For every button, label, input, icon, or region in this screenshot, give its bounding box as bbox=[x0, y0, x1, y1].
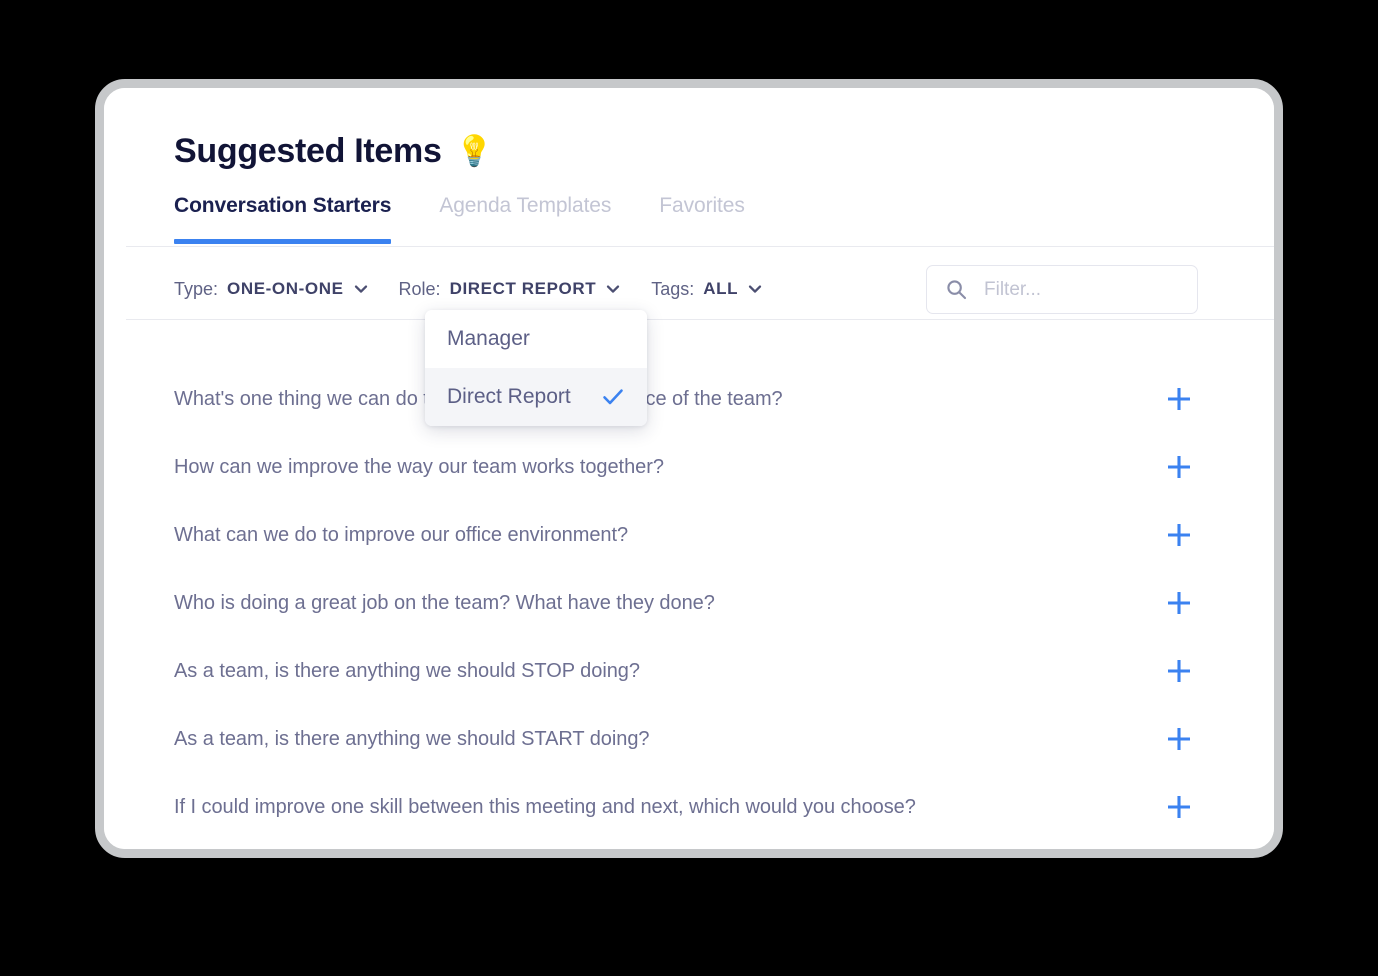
filter-role[interactable]: Role: DIRECT REPORT bbox=[399, 279, 622, 300]
filter-type[interactable]: Type: ONE-ON-ONE bbox=[174, 279, 369, 300]
chevron-down-icon bbox=[747, 281, 763, 297]
chevron-down-icon bbox=[353, 281, 369, 297]
page-title-text: Suggested Items bbox=[174, 132, 442, 170]
search-input[interactable] bbox=[984, 278, 1174, 301]
tabs-divider bbox=[126, 246, 1274, 247]
list-item[interactable]: As a team, is there anything we should S… bbox=[104, 705, 1274, 773]
screen: Suggested Items 💡 Conversation Starters … bbox=[0, 0, 1378, 976]
list-item-text: As a team, is there anything we should S… bbox=[174, 727, 650, 750]
list-item[interactable]: What's one thing we can do to improve th… bbox=[104, 365, 1274, 433]
list-item[interactable]: How can we improve the way our team work… bbox=[104, 433, 1274, 501]
search-icon bbox=[946, 279, 967, 300]
role-option-manager[interactable]: Manager bbox=[425, 310, 647, 368]
tab-conversation-starters[interactable]: Conversation Starters bbox=[174, 194, 392, 244]
lightbulb-icon: 💡 bbox=[455, 134, 493, 168]
card-inner: Suggested Items 💡 Conversation Starters … bbox=[104, 88, 1274, 849]
tab-label: Favorites bbox=[659, 194, 745, 217]
list-item-text: What can we do to improve our office env… bbox=[174, 523, 629, 546]
add-item-button[interactable] bbox=[1162, 450, 1196, 484]
suggested-items-list: What's one thing we can do to improve th… bbox=[104, 320, 1274, 849]
tab-label: Agenda Templates bbox=[439, 194, 612, 217]
role-dropdown-menu: Manager Direct Report bbox=[425, 310, 647, 426]
filter-tags-label: Tags: bbox=[651, 278, 695, 299]
list-item[interactable]: Who is doing a great job on the team? Wh… bbox=[104, 569, 1274, 637]
add-item-button[interactable] bbox=[1162, 586, 1196, 620]
role-option-direct-report[interactable]: Direct Report bbox=[425, 368, 647, 426]
add-item-button[interactable] bbox=[1162, 382, 1196, 416]
list-item[interactable]: If I could improve one skill between thi… bbox=[104, 773, 1274, 841]
suggested-items-card: Suggested Items 💡 Conversation Starters … bbox=[95, 79, 1283, 858]
add-item-button[interactable] bbox=[1162, 722, 1196, 756]
add-item-button[interactable] bbox=[1162, 790, 1196, 824]
tab-agenda-templates[interactable]: Agenda Templates bbox=[439, 194, 611, 244]
page-title: Suggested Items 💡 bbox=[174, 132, 493, 171]
filter-role-value: DIRECT REPORT bbox=[449, 279, 597, 298]
list-item-text: If I could improve one skill between thi… bbox=[174, 795, 916, 818]
tab-bar: Conversation Starters Agenda Templates F… bbox=[174, 194, 745, 244]
filter-tags-value: ALL bbox=[703, 279, 739, 298]
list-item-text: How can we improve the way our team work… bbox=[174, 455, 664, 478]
role-option-label: Direct Report bbox=[447, 385, 571, 408]
add-item-button[interactable] bbox=[1162, 518, 1196, 552]
tab-label: Conversation Starters bbox=[174, 194, 392, 217]
list-item-text: Who is doing a great job on the team? Wh… bbox=[174, 591, 715, 614]
tab-favorites[interactable]: Favorites bbox=[659, 194, 745, 244]
add-item-button[interactable] bbox=[1162, 654, 1196, 688]
filter-role-label: Role: bbox=[398, 278, 441, 299]
filter-type-label: Type: bbox=[174, 278, 219, 299]
list-item[interactable]: What can we do to improve our office env… bbox=[104, 501, 1274, 569]
chevron-down-icon bbox=[605, 281, 621, 297]
filter-bar: Type: ONE-ON-ONE Role: DIRECT REPORT Tag… bbox=[174, 266, 763, 312]
check-icon bbox=[601, 385, 625, 409]
list-item[interactable]: As a team, is there anything we should S… bbox=[104, 637, 1274, 705]
filter-tags[interactable]: Tags: ALL bbox=[651, 279, 763, 300]
list-item-text: As a team, is there anything we should S… bbox=[174, 659, 640, 682]
role-option-label: Manager bbox=[447, 327, 530, 350]
filter-type-value: ONE-ON-ONE bbox=[227, 279, 344, 298]
filter-search-box[interactable] bbox=[926, 265, 1198, 314]
